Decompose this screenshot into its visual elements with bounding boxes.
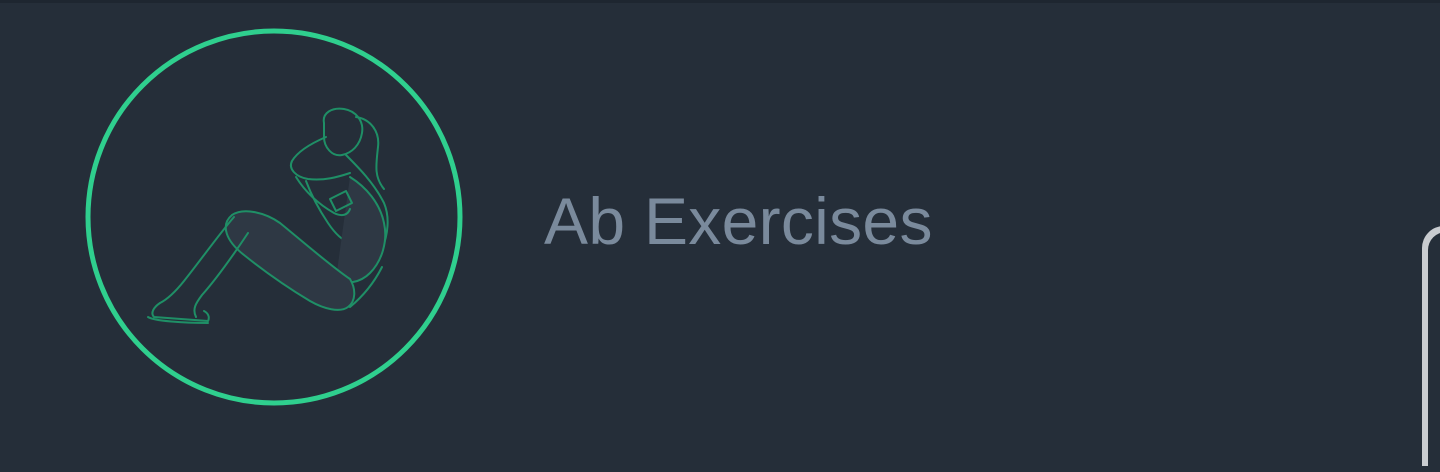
adjacent-panel-inner bbox=[1428, 232, 1440, 472]
exercise-list-item[interactable]: Ab Exercises bbox=[0, 3, 1440, 443]
situp-exercise-icon bbox=[84, 27, 464, 407]
exercise-title: Ab Exercises bbox=[544, 184, 933, 258]
